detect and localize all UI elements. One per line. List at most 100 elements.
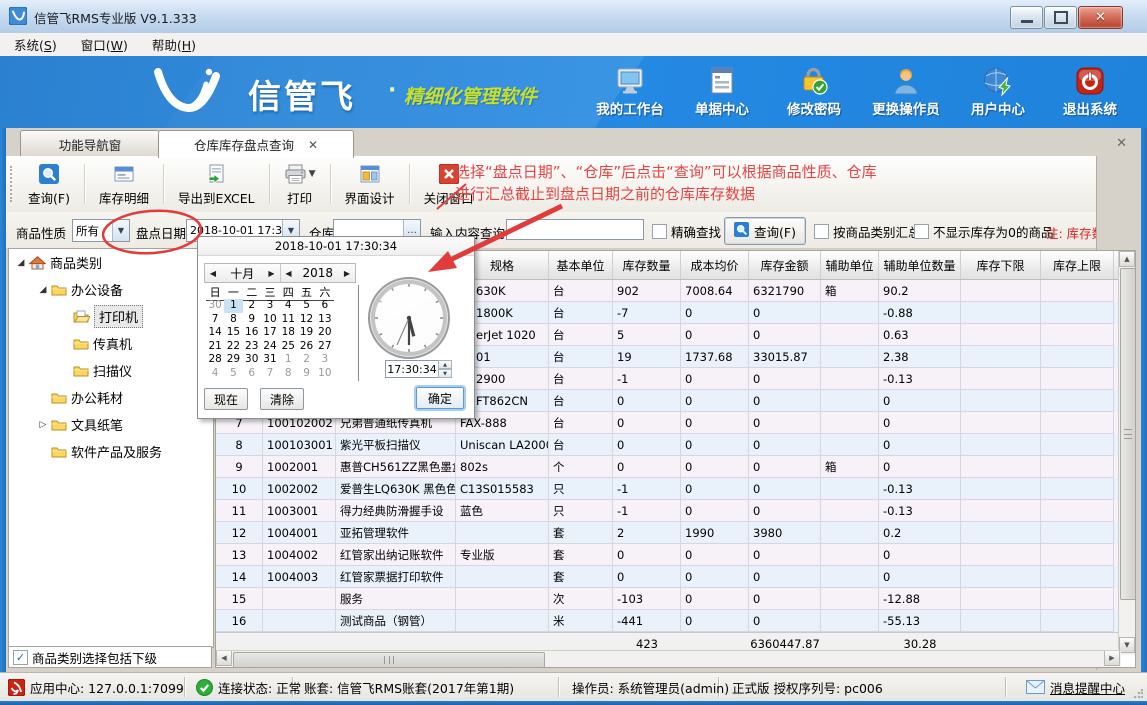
time-field[interactable]: 17:30:34	[385, 360, 439, 378]
column-header-5[interactable]: 库存数量	[613, 251, 681, 279]
cell[interactable]: 0	[749, 478, 821, 500]
cell[interactable]: -0.13	[879, 368, 961, 390]
cell[interactable]	[1041, 346, 1114, 368]
calendar-day[interactable]: 28	[206, 353, 224, 367]
cell[interactable]: -441	[613, 610, 681, 632]
calendar-day[interactable]: 4	[206, 367, 224, 381]
cell[interactable]	[456, 588, 549, 610]
cell[interactable]	[821, 390, 879, 412]
cell[interactable]: -0.13	[879, 478, 961, 500]
cell[interactable]: 0	[681, 390, 749, 412]
cell[interactable]: 1004002	[263, 544, 336, 566]
cell[interactable]: 12	[216, 522, 263, 544]
calendar-day[interactable]: 6	[243, 367, 261, 381]
cell[interactable]	[961, 412, 1041, 434]
cell[interactable]: 90.2	[879, 280, 961, 302]
cell[interactable]	[961, 346, 1041, 368]
cell[interactable]: 0	[681, 302, 749, 324]
calendar-day[interactable]: 31	[261, 353, 279, 367]
cell[interactable]: 0	[681, 434, 749, 456]
cell[interactable]	[821, 324, 879, 346]
banner-action-document[interactable]: 单据中心	[683, 64, 761, 118]
chevron-down-icon[interactable]: ▼	[309, 169, 316, 179]
cell[interactable]: 红管家票据打印软件	[336, 566, 456, 588]
cell[interactable]: 0	[681, 544, 749, 566]
cell[interactable]: 3980	[749, 522, 821, 544]
calendar-day[interactable]: 6	[316, 299, 334, 313]
cell[interactable]	[1041, 434, 1114, 456]
tree-item-软件产品及服务[interactable]: 软件产品及服务	[9, 438, 213, 465]
cell[interactable]: 11	[216, 500, 263, 522]
cell[interactable]	[1041, 280, 1114, 302]
banner-action-globe[interactable]: 用户中心	[959, 64, 1037, 118]
calendar-day[interactable]: 3	[261, 299, 279, 313]
cell[interactable]: 1003001	[263, 500, 336, 522]
calendar-day[interactable]: 4	[279, 299, 297, 313]
cell[interactable]	[821, 588, 879, 610]
resize-grip[interactable]	[1134, 689, 1143, 698]
cell[interactable]: 台	[549, 434, 613, 456]
toolbar-button-search[interactable]: 查询(F)	[18, 160, 80, 209]
cell[interactable]	[263, 610, 336, 632]
cell[interactable]: 蓝色	[456, 500, 549, 522]
cell[interactable]: 米	[549, 610, 613, 632]
cell[interactable]: 1004003	[263, 566, 336, 588]
cell[interactable]: 0	[681, 588, 749, 610]
content-search-input[interactable]	[506, 219, 644, 240]
time-spinner[interactable]: ▲ ▼	[438, 360, 452, 378]
cell[interactable]: -1	[613, 478, 681, 500]
cell[interactable]: 0	[749, 456, 821, 478]
cell[interactable]: 9	[216, 456, 263, 478]
cell[interactable]: 1002002	[263, 478, 336, 500]
cell[interactable]	[821, 434, 879, 456]
cell[interactable]	[961, 434, 1041, 456]
column-header-8[interactable]: 辅助单位	[821, 251, 879, 279]
minimize-button[interactable]	[1010, 6, 1043, 29]
cell[interactable]: 0	[613, 412, 681, 434]
cell[interactable]: 0	[879, 544, 961, 566]
cell[interactable]	[961, 588, 1041, 610]
banner-action-monitor[interactable]: 我的工作台	[591, 64, 669, 118]
cell[interactable]	[961, 324, 1041, 346]
cell[interactable]: 次	[549, 588, 613, 610]
calendar-day[interactable]: 5	[224, 367, 242, 381]
cell[interactable]	[961, 390, 1041, 412]
maximize-button[interactable]	[1044, 6, 1077, 29]
next-year-icon[interactable]: ▶	[339, 269, 355, 278]
calendar-day[interactable]: 30	[243, 353, 261, 367]
cell[interactable]: 0.2	[879, 522, 961, 544]
cell[interactable]: 100103001	[263, 434, 336, 456]
cell[interactable]	[1041, 390, 1114, 412]
menu-item-h[interactable]: 帮助(H)	[142, 35, 206, 54]
cell[interactable]: 服务	[336, 588, 456, 610]
cell[interactable]: 0.63	[879, 324, 961, 346]
cell[interactable]: -1	[613, 368, 681, 390]
cell[interactable]: C13S015583	[456, 478, 549, 500]
expander-expanded-icon[interactable]: ◢	[37, 285, 49, 295]
scroll-up-icon[interactable]: ▲	[1119, 251, 1135, 267]
cell[interactable]	[961, 566, 1041, 588]
cell[interactable]	[961, 522, 1041, 544]
cell[interactable]: -0.13	[879, 500, 961, 522]
cell[interactable]: 0	[613, 434, 681, 456]
cell[interactable]: -12.88	[879, 588, 961, 610]
cell[interactable]: 台	[549, 412, 613, 434]
calendar-day[interactable]: 23	[243, 340, 261, 354]
include-sub-checkbox[interactable]: ✓ 商品类别选择包括下级	[13, 648, 157, 667]
cell[interactable]: 0	[749, 390, 821, 412]
banner-action-operator[interactable]: 更换操作员	[867, 64, 945, 118]
cell[interactable]: 1004001	[263, 522, 336, 544]
tab-nav-window[interactable]: 功能导航窗	[20, 130, 160, 157]
cell[interactable]: 0	[749, 566, 821, 588]
scroll-left-icon[interactable]: ◀	[216, 651, 232, 666]
cell[interactable]: 紫光平板扫描仪	[336, 434, 456, 456]
prev-month-icon[interactable]: ◀	[205, 269, 221, 278]
cell[interactable]: 2.38	[879, 346, 961, 368]
calendar-day[interactable]: 1	[279, 353, 297, 367]
tab-close-icon[interactable]: ✕	[308, 138, 318, 152]
cell[interactable]: 个	[549, 456, 613, 478]
cell[interactable]: 6321790	[749, 280, 821, 302]
toolbar-button-ui-design[interactable]: 界面设计	[335, 160, 405, 209]
column-header-10[interactable]: 库存下限	[961, 251, 1041, 279]
product-nature-select[interactable]: 所有 ▼	[72, 219, 130, 242]
